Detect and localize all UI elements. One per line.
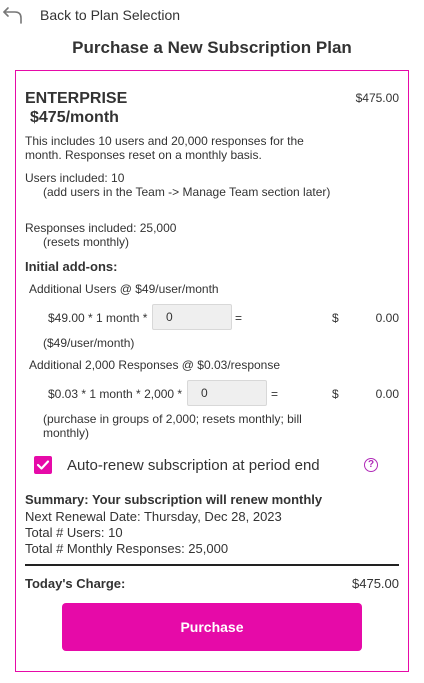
addon-responses-formula: $0.03 * 1 month * 2,000 * — [48, 387, 183, 401]
addon-responses-quantity-input[interactable] — [187, 380, 267, 406]
addon-responses-label: Additional 2,000 Responses @ $0.03/respo… — [29, 358, 281, 372]
checkmark-icon — [36, 460, 50, 470]
back-to-plan-selection-link[interactable]: Back to Plan Selection — [40, 7, 180, 23]
summary-renewal-date: Next Renewal Date: Thursday, Dec 28, 202… — [25, 509, 282, 524]
addon-users-label: Additional Users @ $49/user/month — [29, 282, 219, 296]
summary-title: Summary: Your subscription will renew mo… — [25, 492, 323, 507]
addon-users-note: ($49/user/month) — [43, 336, 135, 350]
users-included-note: (add users in the Team -> Manage Team se… — [43, 185, 331, 199]
todays-charge-value: $475.00 — [352, 576, 399, 591]
plan-name: ENTERPRISE — [25, 90, 128, 107]
summary-total-responses: Total # Monthly Responses: 25,000 — [25, 541, 229, 556]
addon-responses-equals: = — [271, 387, 279, 401]
addon-responses-note: (purchase in groups of 2,000; resets mon… — [43, 412, 302, 440]
back-nav[interactable]: Back to Plan Selection — [0, 0, 424, 30]
addon-responses-currency: $ — [332, 387, 339, 401]
addons-title: Initial add-ons: — [25, 259, 118, 274]
page-title: Purchase a New Subscription Plan — [72, 38, 352, 57]
auto-renew-checkbox[interactable] — [34, 456, 52, 474]
auto-renew-label[interactable]: Auto-renew subscription at period end — [67, 457, 320, 474]
undo-arrow-icon[interactable] — [2, 6, 24, 24]
responses-included: Responses included: 25,000 — [25, 221, 177, 235]
summary-total-users: Total # Users: 10 — [25, 525, 123, 540]
subscription-card: ENTERPRISE $475/month $475.00 This inclu… — [15, 70, 409, 672]
todays-charge-label: Today's Charge: — [25, 576, 126, 591]
users-included: Users included: 10 — [25, 171, 125, 185]
summary-divider — [25, 564, 399, 566]
plan-amount: $475.00 — [355, 91, 399, 105]
responses-included-note: (resets monthly) — [43, 235, 130, 249]
purchase-button[interactable]: Purchase — [62, 603, 362, 651]
plan-description: This includes 10 users and 20,000 respon… — [25, 134, 304, 162]
plan-price: $475/month — [30, 109, 119, 126]
addon-users-equals: = — [235, 311, 243, 325]
addon-users-formula: $49.00 * 1 month * — [48, 311, 148, 325]
help-icon[interactable]: ? — [364, 458, 378, 472]
addon-users-total: 0.00 — [375, 311, 399, 325]
addon-users-quantity-input[interactable] — [152, 304, 232, 330]
addon-users-currency: $ — [332, 311, 339, 325]
addon-responses-total: 0.00 — [375, 387, 399, 401]
